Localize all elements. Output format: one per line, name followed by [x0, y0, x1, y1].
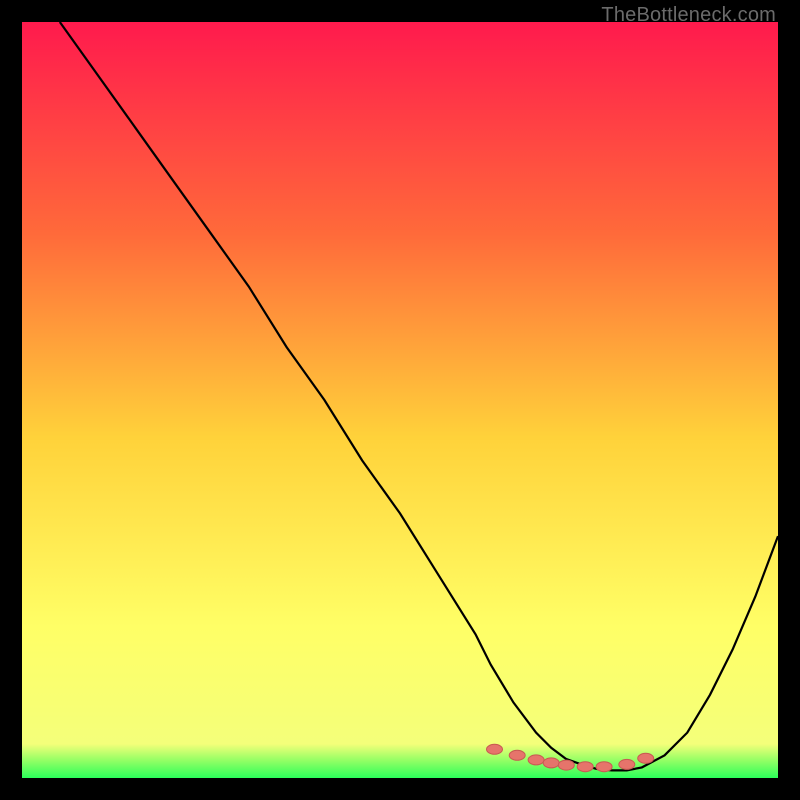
chart-frame	[22, 22, 778, 778]
valley-marker	[543, 758, 559, 768]
valley-marker	[487, 744, 503, 754]
valley-marker	[577, 762, 593, 772]
valley-marker	[638, 753, 654, 763]
valley-marker	[596, 762, 612, 772]
gradient-fill	[22, 22, 778, 778]
valley-marker	[528, 755, 544, 765]
valley-marker	[509, 750, 525, 760]
valley-marker	[619, 759, 635, 769]
bottleneck-chart	[22, 22, 778, 778]
valley-marker	[558, 760, 574, 770]
